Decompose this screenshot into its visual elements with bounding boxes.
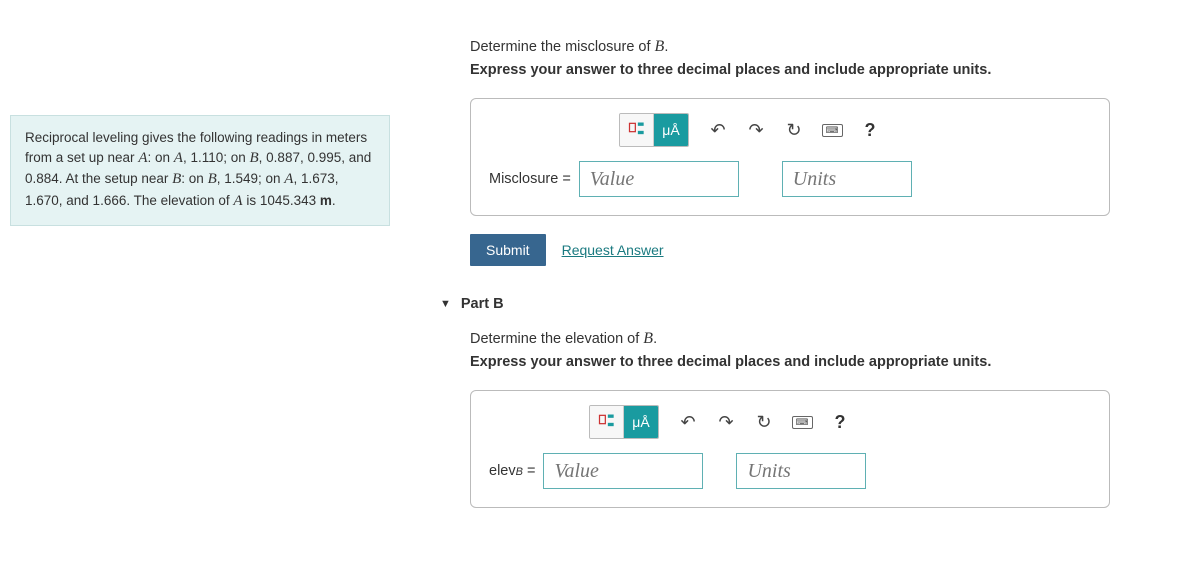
var-B: B bbox=[250, 150, 259, 166]
subscript-B: B bbox=[516, 466, 523, 478]
reset-button[interactable]: ↻ bbox=[753, 411, 775, 433]
partB-title: Part B bbox=[461, 296, 504, 312]
action-tools: ↶ ↷ ↻ ⌨ ? bbox=[677, 411, 851, 433]
partB-header[interactable]: ▼ Part B bbox=[440, 296, 1170, 312]
text: : on bbox=[181, 171, 207, 186]
var-A: A bbox=[233, 193, 242, 209]
partA-toolbar: μÅ ↶ ↷ ↻ ⌨ ? bbox=[619, 113, 881, 147]
partA-value-input[interactable] bbox=[579, 161, 739, 197]
partA-answer-box: μÅ ↶ ↷ ↻ ⌨ ? Misclosure = bbox=[470, 98, 1110, 216]
problem-statement: Reciprocal leveling gives the following … bbox=[10, 115, 390, 226]
var-A: A bbox=[174, 150, 183, 166]
request-answer-link[interactable]: Request Answer bbox=[562, 242, 664, 258]
template-icon bbox=[597, 412, 617, 432]
partB-toolbar: μÅ ↶ ↷ ↻ ⌨ ? bbox=[589, 405, 851, 439]
keyboard-icon: ⌨ bbox=[822, 124, 843, 137]
var-B: B bbox=[208, 171, 217, 187]
text: , 1.549; on bbox=[217, 171, 285, 186]
keyboard-icon: ⌨ bbox=[792, 416, 813, 429]
undo-button[interactable]: ↶ bbox=[707, 119, 729, 141]
partA-prompt1: Determine the misclosure of B. bbox=[470, 38, 1170, 56]
main-content: Determine the misclosure of B. Express y… bbox=[390, 20, 1190, 508]
text: is 1045.343 bbox=[243, 193, 320, 208]
partB-prompt2: Express your answer to three decimal pla… bbox=[470, 354, 1170, 370]
misclosure-label: Misclosure = bbox=[489, 171, 571, 187]
elev-label: elevB = bbox=[489, 463, 535, 479]
text: , 1.110; on bbox=[183, 150, 250, 165]
partB-value-input[interactable] bbox=[543, 453, 703, 489]
unit-m: m bbox=[320, 193, 332, 208]
units-tool-button[interactable]: μÅ bbox=[624, 406, 658, 438]
partA-input-row: Misclosure = bbox=[489, 161, 1091, 197]
text: Determine the elevation of bbox=[470, 331, 643, 347]
partA-units-input[interactable] bbox=[782, 161, 912, 197]
text: elev bbox=[489, 463, 516, 479]
undo-button[interactable]: ↶ bbox=[677, 411, 699, 433]
template-icon bbox=[627, 120, 647, 140]
action-tools: ↶ ↷ ↻ ⌨ ? bbox=[707, 119, 881, 141]
partA-submit-row: Submit Request Answer bbox=[470, 234, 1170, 266]
var-B: B bbox=[655, 38, 665, 55]
template-tool-button[interactable] bbox=[590, 406, 624, 438]
submit-button[interactable]: Submit bbox=[470, 234, 546, 266]
text: . bbox=[653, 331, 657, 347]
help-button[interactable]: ? bbox=[859, 119, 881, 141]
text: . bbox=[332, 193, 336, 208]
text: . bbox=[664, 39, 668, 55]
partB-input-row: elevB = bbox=[489, 453, 1091, 489]
format-tool-group: μÅ bbox=[589, 405, 659, 439]
reset-button[interactable]: ↻ bbox=[783, 119, 805, 141]
redo-button[interactable]: ↷ bbox=[715, 411, 737, 433]
units-tool-button[interactable]: μÅ bbox=[654, 114, 688, 146]
format-tool-group: μÅ bbox=[619, 113, 689, 147]
template-tool-button[interactable] bbox=[620, 114, 654, 146]
keyboard-button[interactable]: ⌨ bbox=[791, 411, 813, 433]
text: : on bbox=[147, 150, 173, 165]
partB-units-input[interactable] bbox=[736, 453, 866, 489]
partB-answer-box: μÅ ↶ ↷ ↻ ⌨ ? elevB = bbox=[470, 390, 1110, 508]
help-button[interactable]: ? bbox=[829, 411, 851, 433]
var-B: B bbox=[643, 330, 653, 347]
partA-prompt2: Express your answer to three decimal pla… bbox=[470, 62, 1170, 78]
redo-button[interactable]: ↷ bbox=[745, 119, 767, 141]
partB-prompt1: Determine the elevation of B. bbox=[470, 330, 1170, 348]
text: = bbox=[523, 463, 536, 479]
keyboard-button[interactable]: ⌨ bbox=[821, 119, 843, 141]
text: Determine the misclosure of bbox=[470, 39, 655, 55]
var-B: B bbox=[172, 171, 181, 187]
problem-sidebar: Reciprocal leveling gives the following … bbox=[10, 20, 390, 508]
collapse-caret-icon: ▼ bbox=[440, 298, 451, 310]
